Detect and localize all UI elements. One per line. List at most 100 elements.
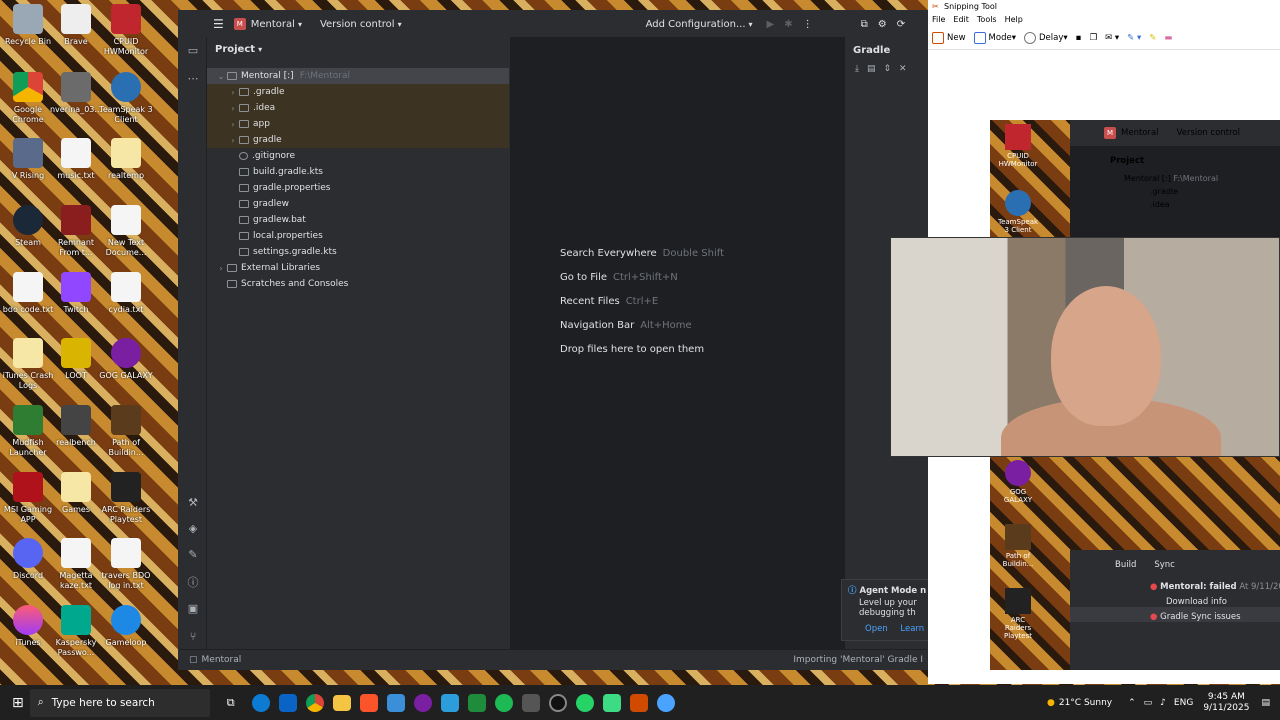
photos-icon[interactable] (386, 693, 405, 712)
tree-root[interactable]: ⌄ Mentoral [:] F:\Mentoral (207, 68, 509, 84)
run-icon[interactable]: ▶ (767, 19, 775, 30)
tree-dir-gradle-hidden[interactable]: › .gradle (207, 84, 509, 100)
desktop-icon-cydia[interactable]: cydia.txt (98, 272, 154, 315)
clock[interactable]: 9:45 AM 9/11/2025 (1203, 692, 1249, 714)
status-project[interactable]: Mentoral (202, 655, 242, 665)
taskbar-search[interactable]: ⌕ Type here to search (29, 688, 210, 717)
copy-icon[interactable]: ❐ (1089, 33, 1097, 43)
build-tool-icon[interactable]: ⚒ (185, 495, 201, 511)
desktop-icon-music[interactable]: music.txt (48, 138, 104, 181)
gog-galaxy-icon[interactable] (413, 693, 432, 712)
android-studio-icon[interactable] (602, 693, 621, 712)
task-view-icon[interactable]: ⧉ (219, 691, 243, 715)
photoshop-icon[interactable] (440, 693, 459, 712)
desktop-icon-new-text[interactable]: New Text Docume... (98, 205, 154, 258)
app-store-icon[interactable] (656, 693, 675, 712)
menu-help[interactable]: Help (1005, 15, 1023, 24)
save-icon[interactable]: ▪ (1076, 33, 1082, 43)
spotify-icon[interactable] (494, 693, 513, 712)
desktop-icon-games[interactable]: Games (48, 472, 104, 515)
eraser-icon[interactable]: ▬ (1164, 33, 1172, 43)
desktop-icon-gog[interactable]: GOG GALAXY (98, 338, 154, 381)
calculator-icon[interactable] (521, 693, 540, 712)
outlook-icon[interactable] (278, 693, 297, 712)
new-snip-button[interactable]: New (932, 31, 966, 44)
desktop-icon-loot[interactable]: LOOT (48, 338, 104, 381)
tree-file-settings-gradle[interactable]: settings.gradle.kts (207, 244, 509, 260)
desktop-icon-realtemp[interactable]: realtemp (98, 138, 154, 181)
close-icon[interactable]: ✕ (899, 64, 907, 74)
hint-search-everywhere[interactable]: Search Everywhere Double Shift (560, 248, 724, 259)
sync-icon[interactable]: ⟳ (897, 19, 905, 30)
desktop-icon-travers[interactable]: travers BDO log in.txt (98, 538, 154, 591)
send-icon[interactable]: ✉ ▾ (1105, 33, 1119, 43)
problems-icon[interactable]: ⓘ (185, 575, 201, 591)
hint-navigation-bar[interactable]: Navigation Bar Alt+Home (560, 320, 692, 331)
desktop-icon-nverina[interactable]: nverina_03... (48, 72, 104, 115)
version-control-menu[interactable]: Version control ▾ (320, 19, 402, 30)
hint-recent-files[interactable]: Recent Files Ctrl+E (560, 296, 658, 307)
gradle-toolbar-icon[interactable]: ⧉ (861, 19, 868, 30)
tree-file-local-properties[interactable]: local.properties (207, 228, 509, 244)
whatsapp-icon[interactable] (575, 693, 594, 712)
edge-icon[interactable] (251, 693, 270, 712)
desktop-icon-twitch[interactable]: Twitch (48, 272, 104, 315)
snipping-tool-icon[interactable] (629, 693, 648, 712)
app-inspection-icon[interactable]: ✎ (185, 547, 201, 563)
excel-icon[interactable] (467, 693, 486, 712)
hint-go-to-file[interactable]: Go to File Ctrl+Shift+N (560, 272, 678, 283)
file-explorer-icon[interactable] (332, 694, 351, 711)
desktop-icon-arc[interactable]: ARC Raiders Playtest (98, 472, 154, 525)
layout-icon[interactable]: ▤ (867, 64, 876, 74)
tray-expand-icon[interactable]: ⌃ (1128, 698, 1136, 708)
agent-learn-link[interactable]: Learn (900, 624, 924, 634)
highlighter-icon[interactable]: ✎ (1149, 33, 1156, 43)
run-configuration-selector[interactable]: Add Configuration... ▾ (646, 19, 753, 30)
desktop-icon-teamspeak[interactable]: TeamSpeak 3 Client (98, 72, 154, 125)
weather-text[interactable]: 21°C Sunny (1059, 698, 1112, 708)
status-progress-text[interactable]: Importing 'Mentoral' Gradle I (793, 655, 923, 665)
project-tool-icon[interactable]: ▭ (185, 43, 201, 59)
brave-icon[interactable] (359, 693, 378, 712)
more-tools-icon[interactable]: ⋯ (185, 71, 201, 87)
notifications-icon[interactable]: ▤ (1261, 698, 1270, 708)
tree-dir-app[interactable]: › app (207, 116, 509, 132)
obs-icon[interactable] (548, 693, 567, 712)
project-switcher[interactable]: M Mentoral ▾ (233, 18, 302, 30)
volume-icon[interactable]: ♪ (1160, 698, 1166, 708)
desktop-icon-magetta[interactable]: Magetta kaze.txt (48, 538, 104, 591)
expand-icon[interactable]: ⇕ (884, 64, 892, 74)
desktop-icon-pob[interactable]: Path of Buildin... (98, 405, 154, 458)
tree-file-gradlew-bat[interactable]: gradlew.bat (207, 212, 509, 228)
tree-file-gitignore[interactable]: .gitignore (207, 148, 509, 164)
git-icon[interactable]: ⑂ (185, 629, 201, 645)
desktop-icon-gameloop[interactable]: Gameloop (98, 605, 154, 648)
main-menu-icon[interactable]: ☰ (213, 17, 224, 31)
desktop-icon-realbench[interactable]: realbench (48, 405, 104, 448)
tree-file-gradlew[interactable]: gradlew (207, 196, 509, 212)
terminal-icon[interactable]: ▣ (185, 601, 201, 617)
pen-icon[interactable]: ✎ ▾ (1127, 33, 1141, 43)
tree-file-build-gradle[interactable]: build.gradle.kts (207, 164, 509, 180)
desktop-icon-remnant[interactable]: Remnant From t... (48, 205, 104, 258)
menu-tools[interactable]: Tools (977, 15, 997, 24)
project-panel-header[interactable]: Project ▾ (207, 37, 509, 61)
language-indicator[interactable]: ENG (1174, 698, 1193, 708)
debug-icon[interactable]: ✱ (784, 19, 792, 30)
logcat-icon[interactable]: ◈ (185, 521, 201, 537)
agent-open-link[interactable]: Open (865, 624, 888, 634)
settings-icon[interactable]: ⚙ (878, 19, 887, 30)
tree-external-libraries[interactable]: › External Libraries (207, 260, 509, 276)
more-actions-icon[interactable]: ⋮ (803, 19, 813, 30)
chrome-icon[interactable] (305, 693, 324, 712)
menu-edit[interactable]: Edit (953, 15, 969, 24)
desktop-icon-hwmonitor[interactable]: CPUID HWMonitor (98, 4, 154, 57)
delay-button[interactable]: Delay ▾ (1024, 31, 1068, 44)
tree-dir-idea[interactable]: › .idea (207, 100, 509, 116)
desktop-icon-brave[interactable]: Brave (48, 4, 104, 47)
network-icon[interactable]: ▭ (1144, 698, 1153, 708)
start-icon[interactable]: ⊞ (12, 695, 24, 711)
tree-scratches[interactable]: Scratches and Consoles (207, 276, 509, 292)
tree-file-gradle-properties[interactable]: gradle.properties (207, 180, 509, 196)
tree-dir-gradle[interactable]: › gradle (207, 132, 509, 148)
